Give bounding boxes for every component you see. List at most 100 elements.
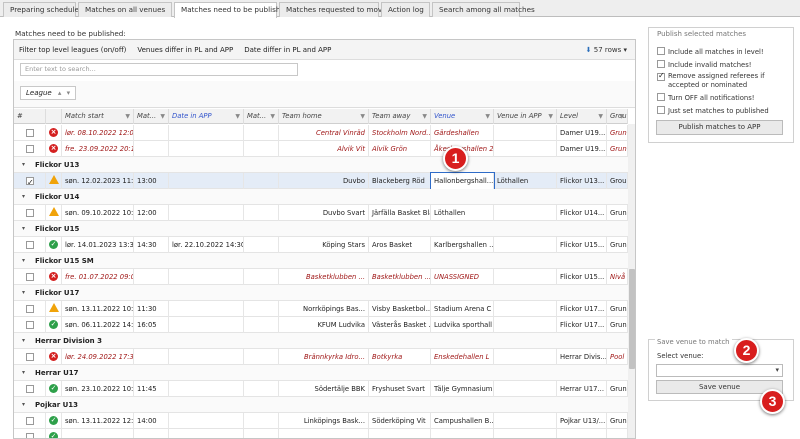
vertical-scrollbar[interactable]	[628, 124, 635, 438]
group-row[interactable]: ▾ Pojkar U13	[14, 397, 628, 413]
collapse-toggle-icon[interactable]: ▾	[22, 257, 25, 264]
download-icon[interactable]: ⬇	[586, 46, 592, 54]
venue-select[interactable]: ▾	[656, 364, 783, 377]
column-header-match-start[interactable]: Match start ▼	[62, 109, 134, 124]
column-filter-icon[interactable]: ▼	[548, 109, 553, 124]
cell-group: Nivå	[607, 269, 628, 285]
row-checkbox[interactable]	[26, 321, 34, 329]
group-row[interactable]: ▾ Herrar U17	[14, 365, 628, 381]
column-header-date-in-app[interactable]: Date in APP ▼	[169, 109, 244, 124]
column-filter-icon[interactable]: ▼	[619, 109, 624, 124]
search-input[interactable]: Enter text to search...	[20, 63, 298, 76]
column-filter-icon[interactable]: ▼	[422, 109, 427, 124]
tab-search-among-all-matches[interactable]: Search among all matches	[432, 2, 535, 17]
column-header-status[interactable]	[46, 109, 62, 124]
column-header-venue[interactable]: Venue ▼	[431, 109, 494, 124]
column-filter-icon[interactable]: ▼	[270, 109, 275, 124]
group-row[interactable]: ▾ Herrar Division 3	[14, 333, 628, 349]
row-checkbox[interactable]	[26, 305, 34, 313]
tab-matches-on-all-venues[interactable]: Matches on all venues	[78, 2, 172, 17]
collapse-toggle-icon[interactable]: ▾	[22, 369, 25, 376]
group-row[interactable]: ▾ Flickor U17	[14, 285, 628, 301]
table-row[interactable]: ✓ søn. 06.11.2022 14:3516:05 KFUM LudvikaV…	[14, 317, 628, 333]
column-filter-icon[interactable]: ▼	[235, 109, 240, 124]
group-row[interactable]: ▾ Flickor U14	[14, 189, 628, 205]
group-row[interactable]: ▾ Flickor U15	[14, 221, 628, 237]
group-by-league-chip[interactable]: League ▴ ▾	[20, 86, 77, 100]
row-checkbox[interactable]	[26, 209, 34, 217]
row-checkbox[interactable]	[26, 433, 34, 438]
option-checkbox[interactable]	[657, 106, 665, 114]
row-checkbox[interactable]	[26, 175, 34, 189]
tab-matches-requested-to-move[interactable]: Matches requested to move	[279, 2, 387, 17]
column-filter-icon[interactable]: ▼	[160, 109, 165, 124]
cell-level: Flickor U15...	[557, 237, 607, 253]
collapse-toggle-icon[interactable]: ▾	[22, 193, 25, 200]
row-checkbox[interactable]	[26, 273, 34, 281]
cell-match-time	[134, 429, 169, 438]
table-row[interactable]: ✓ søn. 13.11.2022 12:3014:00 Linköpings Ba…	[14, 413, 628, 429]
collapse-toggle-icon[interactable]: ▾	[22, 225, 25, 232]
table-row[interactable]: × lør. 24.09.2022 17:30 Brännkyrka Idro...…	[14, 349, 628, 365]
cell-venue[interactable]: Hallonbergshall...	[430, 172, 495, 190]
tab-matches-need-to-be-published[interactable]: Matches need to be published	[174, 2, 289, 18]
column-header-match-time-app[interactable]: Mat... ▼	[244, 109, 279, 124]
collapse-toggle-icon[interactable]: ▾	[22, 161, 25, 168]
rows-count-dropdown[interactable]: ⬇ 57 rows ▾	[586, 46, 627, 54]
table-row[interactable]: ✓	[14, 429, 628, 438]
table-row[interactable]: søn. 12.02.2023 11:3013:00 DuvboBlackeber…	[14, 172, 628, 190]
column-header-num[interactable]: #	[14, 109, 46, 124]
filter-top-leagues-toggle[interactable]: Filter top level leagues (on/off)	[19, 46, 126, 54]
publish-option[interactable]: Remove assigned referees if accepted or …	[657, 71, 791, 90]
option-checkbox[interactable]	[657, 60, 665, 68]
column-filter-icon[interactable]: ▼	[485, 109, 490, 124]
row-checkbox[interactable]	[26, 145, 34, 153]
option-checkbox[interactable]	[657, 71, 665, 81]
group-row[interactable]: ▾ Flickor U13	[14, 157, 628, 173]
table-row[interactable]: × fre. 23.09.2022 20:13 Alvik Vit Alvik Grö…	[14, 141, 628, 157]
row-checkbox[interactable]	[26, 353, 34, 361]
table-row[interactable]: × fre. 01.07.2022 09:00 Basketklubben ... B…	[14, 269, 628, 285]
publish-matches-button[interactable]: Publish matches to APP	[656, 120, 783, 135]
option-checkbox[interactable]	[657, 93, 665, 101]
column-filter-icon[interactable]: ▼	[125, 109, 130, 124]
table-row[interactable]: × lør. 08.10.2022 12:00 Central Vinräd Stoc…	[14, 125, 628, 141]
publish-option[interactable]: Include invalid matches!	[657, 59, 791, 69]
table-row[interactable]: søn. 13.11.2022 10:0011:30 Norrköpings Ba…	[14, 301, 628, 317]
row-checkbox[interactable]	[26, 241, 34, 249]
publish-option[interactable]: Just set matches to published	[657, 105, 791, 115]
cell-group: Grun	[607, 141, 628, 157]
collapse-toggle-icon[interactable]: ▾	[22, 337, 25, 344]
column-header-team-away[interactable]: Team away ▼	[369, 109, 431, 124]
column-header-team-home[interactable]: Team home ▼	[279, 109, 369, 124]
column-filter-icon[interactable]: ▼	[598, 109, 603, 124]
column-header-group[interactable]: Grou ▼	[607, 109, 628, 124]
column-header-venue-in-app[interactable]: Venue in APP ▼	[494, 109, 557, 124]
column-header-match-time[interactable]: Mat... ▼	[134, 109, 169, 124]
cell-venue-in-app	[494, 317, 557, 333]
column-filter-icon[interactable]: ▼	[360, 109, 365, 124]
tab-preparing-schedule[interactable]: Preparing schedule	[3, 2, 79, 17]
row-checkbox[interactable]	[26, 417, 34, 425]
filter-icon[interactable]: ▾	[67, 89, 71, 97]
cell-group: Grun	[607, 413, 628, 429]
row-checkbox[interactable]	[26, 129, 34, 137]
callout-badge-1: 1	[443, 146, 468, 171]
table-row[interactable]: ✓ lør. 14.01.2023 13:30 14:30 lør. 22.10.20…	[14, 237, 628, 253]
tab-action-log[interactable]: Action log	[381, 2, 430, 17]
date-differ-filter[interactable]: Date differ in PL and APP	[244, 46, 331, 54]
row-checkbox[interactable]	[26, 385, 34, 393]
scrollbar-thumb[interactable]	[629, 269, 635, 369]
option-checkbox[interactable]	[657, 47, 665, 55]
group-row[interactable]: ▾ Flickor U15 SM	[14, 253, 628, 269]
publish-option[interactable]: Include all matches in level!	[657, 46, 791, 56]
column-header-level[interactable]: Level ▼	[557, 109, 607, 124]
sort-icon[interactable]: ▴	[58, 89, 62, 97]
table-row[interactable]: ✓ søn. 23.10.2022 10:0011:45 Södertälje BB…	[14, 381, 628, 397]
table-row[interactable]: søn. 09.10.2022 10:3012:00 Duvbo SvartJär…	[14, 205, 628, 221]
venues-differ-filter[interactable]: Venues differ in PL and APP	[137, 46, 233, 54]
column-header-label: Venue	[434, 112, 456, 120]
collapse-toggle-icon[interactable]: ▾	[22, 289, 25, 296]
publish-option[interactable]: Turn OFF all notifications!	[657, 92, 791, 102]
collapse-toggle-icon[interactable]: ▾	[22, 401, 25, 408]
